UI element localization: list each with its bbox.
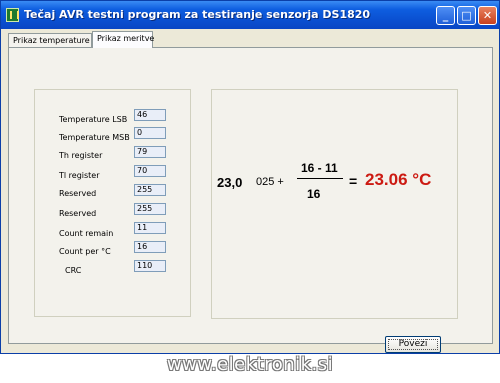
field-th-register[interactable]: 79	[134, 146, 166, 158]
label-temperature-lsb: Temperature LSB	[59, 115, 128, 124]
maximize-button[interactable]: □	[457, 6, 476, 25]
formula-equals: =	[349, 173, 358, 189]
calculation-group	[211, 89, 458, 319]
formula-minus-quarter: 025 +	[256, 176, 284, 188]
field-temperature-lsb[interactable]: 46	[134, 109, 166, 121]
label-count-per-c: Count per °C	[59, 247, 111, 256]
field-reserved-1[interactable]: 255	[134, 184, 166, 196]
minimize-button[interactable]: _	[436, 6, 455, 25]
label-tl-register: Tl register	[59, 171, 100, 180]
tab-temperature-display[interactable]: Prikaz temperature	[8, 33, 92, 47]
window-title: Tečaj AVR testni program za testiranje s…	[24, 8, 371, 21]
app-window: Tečaj AVR testni program za testiranje s…	[0, 0, 500, 354]
field-temperature-msb[interactable]: 0	[134, 127, 166, 139]
field-count-remain[interactable]: 11	[134, 222, 166, 234]
field-tl-register[interactable]: 70	[134, 165, 166, 177]
label-th-register: Th register	[59, 151, 103, 160]
refresh-button[interactable]: Povezi	[385, 336, 441, 353]
close-button[interactable]: ✕	[478, 6, 497, 25]
label-reserved-2: Reserved	[59, 209, 97, 218]
watermark: www.elektronik.si	[166, 354, 334, 375]
app-icon	[6, 8, 19, 22]
temperature-result: 23.06 °C	[365, 170, 432, 189]
label-crc: CRC	[65, 266, 82, 275]
field-count-per-c[interactable]: 16	[134, 241, 166, 253]
formula-numerator: 16 - 11	[301, 161, 338, 175]
field-reserved-2[interactable]: 255	[134, 203, 166, 215]
formula-base: 23,0	[217, 175, 243, 190]
tab-measurement-display[interactable]: Prikaz meritve	[92, 31, 154, 48]
label-temperature-msb: Temperature MSB	[59, 133, 130, 142]
label-count-remain: Count remain	[59, 229, 114, 238]
formula-denominator: 16	[307, 187, 321, 201]
field-crc[interactable]: 110	[134, 260, 166, 272]
title-bar[interactable]: Tečaj AVR testni program za testiranje s…	[1, 1, 499, 29]
label-reserved-1: Reserved	[59, 189, 97, 198]
fraction-line	[297, 178, 343, 179]
